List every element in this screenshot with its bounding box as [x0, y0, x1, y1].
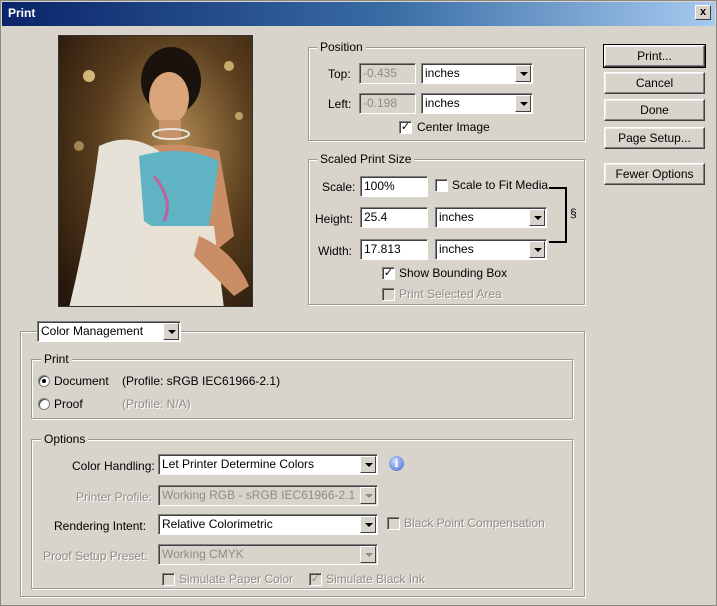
scale-to-fit-checkbox[interactable] — [435, 179, 448, 192]
left-units-value: inches — [425, 96, 460, 110]
height-units-value: inches — [439, 210, 474, 224]
top-label: Top: — [328, 67, 351, 81]
color-handling-select[interactable]: Let Printer Determine Colors — [158, 454, 378, 475]
width-units-select[interactable]: inches — [435, 239, 547, 260]
chevron-down-icon — [360, 487, 376, 504]
left-input[interactable]: -0.198 — [359, 93, 416, 114]
left-units-select[interactable]: inches — [421, 93, 533, 114]
section-select-value: Color Management — [41, 324, 144, 338]
print-selected-area-checkbox[interactable] — [382, 288, 395, 301]
black-point-checkbox[interactable] — [387, 517, 400, 530]
scale-label: Scale: — [322, 180, 356, 194]
proof-setup-label: Proof Setup Preset: — [43, 549, 148, 563]
close-icon: x — [699, 6, 707, 18]
cancel-button[interactable]: Cancel — [604, 72, 705, 94]
scale-input[interactable]: 100% — [360, 176, 428, 197]
chevron-down-icon — [360, 546, 376, 563]
print-dialog: Print x Position Top: -0.435 inches Left… — [0, 0, 717, 606]
top-input[interactable]: -0.435 — [359, 63, 416, 84]
show-bounding-box-label: Show Bounding Box — [399, 266, 508, 280]
info-icon[interactable]: i — [389, 456, 404, 471]
left-label: Left: — [328, 97, 352, 111]
black-point-label: Black Point Compensation — [404, 516, 545, 530]
top-units-value: inches — [425, 66, 460, 80]
printer-profile-select[interactable]: Working RGB - sRGB IEC61966-2.1 — [158, 485, 378, 506]
height-units-select[interactable]: inches — [435, 207, 547, 228]
simulate-black-checkbox[interactable]: ✓ — [309, 573, 322, 586]
document-label: Document — [54, 374, 109, 388]
proof-profile: (Profile: N/A) — [122, 397, 191, 411]
rendering-intent-value: Relative Colorimetric — [162, 517, 273, 531]
show-bounding-box-checkbox[interactable]: ✓ — [382, 267, 395, 280]
print-selected-area-label: Print Selected Area — [399, 287, 502, 301]
chevron-down-icon — [163, 323, 179, 340]
color-handling-value: Let Printer Determine Colors — [162, 457, 315, 471]
print-source-legend: Print — [41, 352, 72, 366]
close-button[interactable]: x — [695, 5, 711, 20]
scale-to-fit-label: Scale to Fit Media — [452, 178, 549, 192]
center-image-label: Center Image — [417, 120, 490, 134]
print-preview-image — [58, 35, 253, 307]
proportion-bracket — [557, 187, 567, 243]
window-title: Print — [8, 6, 36, 20]
center-image-checkbox[interactable]: ✓ — [399, 121, 412, 134]
rendering-intent-label: Rendering Intent: — [54, 519, 147, 533]
proof-label: Proof — [54, 397, 83, 411]
chevron-down-icon — [360, 516, 376, 533]
proof-radio[interactable] — [38, 398, 50, 410]
scaled-print-size-legend: Scaled Print Size — [317, 152, 415, 166]
rendering-intent-select[interactable]: Relative Colorimetric — [158, 514, 378, 535]
page-setup-button[interactable]: Page Setup... — [604, 127, 705, 149]
height-input[interactable]: 25.4 — [360, 207, 428, 228]
width-label: Width: — [318, 244, 353, 258]
color-handling-label: Color Handling: — [72, 459, 155, 473]
position-legend: Position — [317, 40, 366, 54]
width-units-value: inches — [439, 242, 474, 256]
options-legend: Options — [41, 432, 89, 446]
preview-photo — [59, 36, 252, 306]
printer-profile-label: Printer Profile: — [76, 490, 153, 504]
simulate-paper-checkbox[interactable] — [162, 573, 175, 586]
chain-link-icon[interactable]: § — [570, 206, 577, 220]
print-button[interactable]: Print... — [603, 44, 706, 68]
done-button[interactable]: Done — [604, 99, 705, 121]
simulate-black-label: Simulate Black Ink — [326, 572, 425, 586]
chevron-down-icon — [529, 209, 545, 226]
simulate-paper-label: Simulate Paper Color — [179, 572, 294, 586]
chevron-down-icon — [515, 65, 531, 82]
fewer-options-button[interactable]: Fewer Options — [604, 163, 705, 185]
section-select[interactable]: Color Management — [37, 321, 181, 342]
document-radio[interactable] — [38, 375, 50, 387]
top-units-select[interactable]: inches — [421, 63, 533, 84]
chevron-down-icon — [529, 241, 545, 258]
printer-profile-value: Working RGB - sRGB IEC61966-2.1 — [162, 488, 356, 502]
chevron-down-icon — [515, 95, 531, 112]
proof-setup-select[interactable]: Working CMYK — [158, 544, 378, 565]
proportion-bracket-top-tick — [549, 187, 557, 189]
document-profile: (Profile: sRGB IEC61966-2.1) — [122, 374, 281, 388]
title-bar: Print x — [2, 2, 715, 26]
print-source-group — [31, 359, 573, 419]
width-input[interactable]: 17.813 — [360, 239, 428, 260]
proportion-bracket-bottom-tick — [549, 241, 557, 243]
proof-setup-value: Working CMYK — [162, 547, 244, 561]
chevron-down-icon — [360, 456, 376, 473]
height-label: Height: — [315, 212, 354, 226]
